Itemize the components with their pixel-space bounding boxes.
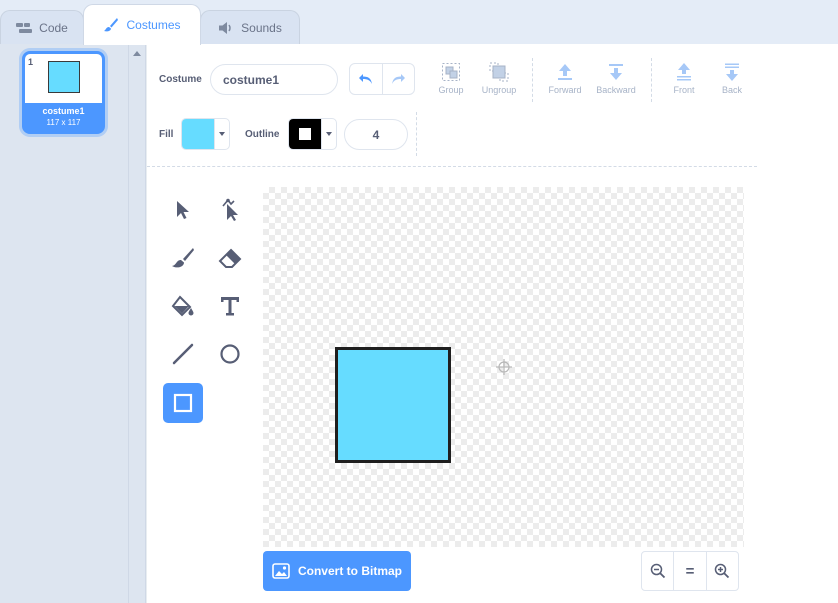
brush-tool[interactable] [163, 238, 203, 278]
tab-sounds-label: Sounds [241, 21, 282, 35]
forward-label: Forward [548, 85, 582, 95]
eraser-tool[interactable] [210, 238, 250, 278]
rectangle-tool[interactable] [163, 383, 203, 423]
fill-swatch [182, 119, 214, 149]
zoom-controls: = [641, 551, 739, 591]
zoom-reset-label: = [685, 562, 695, 580]
speaker-icon [219, 22, 231, 34]
reshape-tool[interactable] [210, 190, 250, 230]
costume-name: costume1 [42, 106, 85, 116]
brush-icon [104, 18, 119, 32]
reshape-icon [222, 198, 238, 221]
zoom-in-icon [715, 563, 730, 579]
outline-dropdown[interactable] [321, 119, 336, 149]
tab-code-label: Code [39, 21, 68, 35]
fill-icon [171, 295, 194, 317]
fill-tool[interactable] [163, 286, 203, 326]
eraser-icon [218, 248, 242, 268]
zoom-out-button[interactable] [642, 552, 675, 590]
undo-button[interactable] [350, 64, 383, 94]
costume-label: Costume [159, 74, 202, 85]
back-button[interactable]: Back [707, 62, 757, 95]
convert-to-bitmap-label: Convert to Bitmap [297, 564, 402, 578]
undo-icon [358, 74, 372, 84]
fill-label: Fill [159, 129, 174, 140]
front-button[interactable]: Front [659, 62, 709, 95]
back-label: Back [721, 85, 742, 95]
costume-number: 1 [28, 57, 34, 67]
ungroup-button[interactable]: Ungroup [474, 62, 524, 95]
text-icon [221, 297, 239, 316]
group-button[interactable]: Group [426, 62, 476, 95]
toolbar-divider [147, 166, 757, 167]
zoom-out-icon [650, 563, 665, 579]
group-icon [442, 63, 460, 81]
ungroup-label: Ungroup [481, 85, 517, 95]
backward-label: Backward [596, 85, 636, 95]
backward-button[interactable]: Backward [591, 62, 641, 95]
image-icon [272, 563, 290, 579]
forward-button[interactable]: Forward [540, 62, 590, 95]
zoom-reset-button[interactable]: = [674, 552, 707, 590]
brush-icon [172, 248, 194, 268]
rectangle-icon [173, 393, 193, 413]
costume-thumbnail [48, 61, 80, 93]
costume-item[interactable]: 1 costume1 117 x 117 [22, 51, 105, 134]
tab-costumes[interactable]: Costumes [83, 4, 201, 45]
separator [532, 58, 533, 102]
circle-tool[interactable] [210, 334, 250, 374]
tab-code[interactable]: Code [0, 10, 84, 45]
front-icon [677, 63, 691, 81]
costume-name-input[interactable] [210, 64, 338, 95]
costume-size: 117 x 117 [46, 118, 81, 127]
tab-costumes-label: Costumes [126, 18, 181, 32]
ungroup-icon [489, 62, 509, 82]
forward-icon [558, 64, 572, 80]
redo-button[interactable] [383, 64, 415, 94]
scroll-up-icon[interactable] [133, 51, 141, 56]
group-label: Group [438, 85, 464, 95]
costume-thumbnail-area: 1 [25, 54, 102, 103]
outline-label: Outline [245, 129, 280, 140]
zoom-in-button[interactable] [707, 552, 738, 590]
redo-icon [392, 74, 406, 84]
separator [651, 58, 652, 102]
fill-dropdown[interactable] [214, 119, 229, 149]
line-tool[interactable] [163, 334, 203, 374]
separator [416, 112, 417, 156]
fill-color-picker[interactable] [181, 118, 230, 150]
chevron-down-icon [219, 132, 225, 136]
tab-bar: Code Costumes Sounds [0, 0, 838, 45]
outline-color-picker[interactable] [288, 118, 337, 150]
convert-to-bitmap-button[interactable]: Convert to Bitmap [263, 551, 411, 591]
select-icon [177, 201, 189, 219]
circle-icon [220, 344, 240, 364]
drawing-canvas[interactable] [263, 187, 744, 547]
scrollbar[interactable] [129, 44, 146, 603]
outline-swatch [289, 119, 321, 149]
chevron-down-icon [326, 132, 332, 136]
crosshair-icon [496, 359, 512, 375]
tab-sounds[interactable]: Sounds [200, 10, 300, 45]
code-icon [16, 23, 33, 33]
select-tool[interactable] [163, 190, 203, 230]
back-icon [725, 63, 739, 81]
undo-redo-group [349, 63, 415, 95]
backward-icon [609, 64, 623, 80]
rectangle-shape[interactable] [335, 347, 451, 463]
outline-width-input[interactable] [344, 119, 408, 150]
front-label: Front [673, 85, 695, 95]
text-tool[interactable] [210, 286, 250, 326]
line-icon [172, 343, 194, 365]
